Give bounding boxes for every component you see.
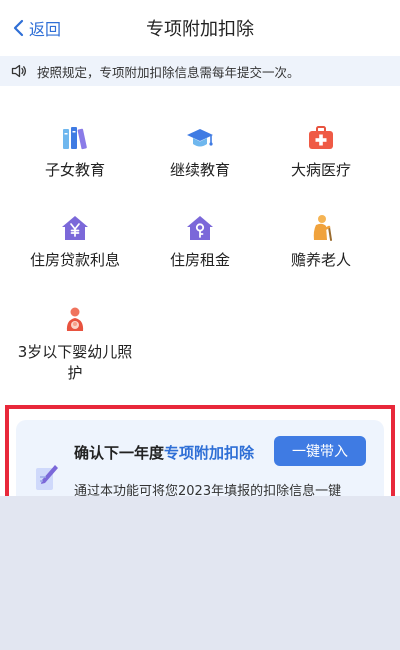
card-heading: 确认下一年度专项附加扣除 [74, 444, 255, 462]
item-label: 大病医疗 [290, 161, 351, 179]
item-label: 子女教育 [44, 161, 105, 179]
page-title: 专项附加扣除 [146, 19, 254, 40]
nav-header: 返回 专项附加扣除 [0, 0, 400, 56]
item-continuing-education[interactable]: 继续教育 [135, 124, 265, 181]
item-elderly-support[interactable]: 赡养老人 [256, 214, 386, 271]
confirm-next-year-card: 确认下一年度专项附加扣除 一键带入 通过本功能可将您2023年填报的扣除信息一键 [16, 420, 384, 496]
item-label: 赡养老人 [290, 251, 351, 269]
pen-paper-icon [36, 465, 58, 490]
card-heading-highlight: 专项附加扣除 [164, 444, 255, 462]
item-children-education[interactable]: 子女教育 [10, 124, 140, 181]
mother-baby-icon [66, 307, 84, 331]
item-serious-illness[interactable]: 大病医疗 [256, 124, 386, 181]
item-label: 3岁以下婴幼儿照护 [17, 343, 133, 382]
elderly-person-icon [313, 215, 332, 241]
house-key-icon [187, 216, 213, 240]
speaker-icon [11, 64, 27, 78]
graduation-cap-icon [187, 129, 213, 147]
item-housing-loan-interest[interactable]: 住房贷款利息 [10, 214, 140, 271]
house-yuan-icon [62, 216, 88, 240]
notice-text: 按照规定，专项附加扣除信息需每年提交一次。 [37, 64, 300, 80]
item-label: 住房贷款利息 [29, 251, 120, 269]
notice-bar: 按照规定，专项附加扣除信息需每年提交一次。 [0, 56, 400, 86]
screen: 返回 专项附加扣除 按照规定，专项附加扣除信息需每年提交一次。 子女教育 继续教… [0, 0, 400, 650]
item-label: 继续教育 [169, 161, 230, 179]
one-click-import-button[interactable]: 一键带入 [274, 436, 366, 466]
app-panel: 返回 专项附加扣除 按照规定，专项附加扣除信息需每年提交一次。 子女教育 继续教… [0, 0, 400, 496]
medical-kit-icon [309, 126, 333, 149]
item-housing-rent[interactable]: 住房租金 [135, 214, 265, 271]
card-description: 通过本功能可将您2023年填报的扣除信息一键 [74, 484, 342, 496]
item-infant-care[interactable]: 3岁以下婴幼儿照护 [10, 306, 140, 384]
books-icon [63, 127, 87, 150]
item-label: 住房租金 [169, 251, 230, 269]
